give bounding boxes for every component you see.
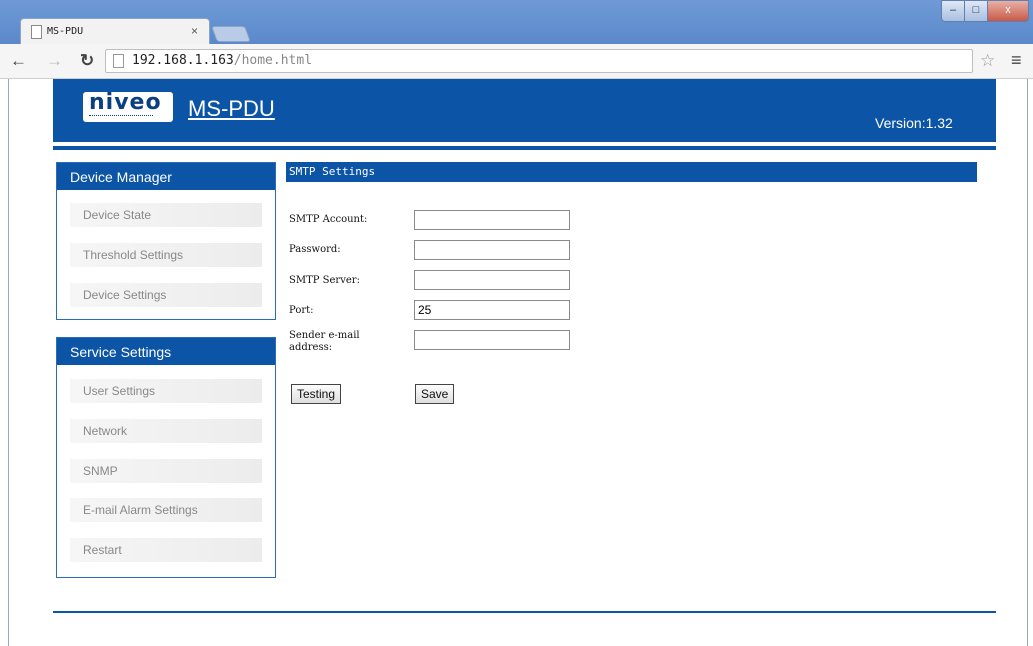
sender-email-label-line1: Sender e-mail (289, 330, 360, 341)
password-label: Password: (289, 244, 341, 255)
sender-email-input[interactable] (414, 330, 570, 350)
service-settings-panel: Service Settings User Settings Network S… (56, 337, 276, 578)
browser-toolbar: ← → ↻ 192.168.1.163/home.html ☆ ≡ (0, 44, 1033, 79)
device-manager-panel: Device Manager Device State Threshold Se… (56, 162, 276, 320)
new-tab-button[interactable] (211, 26, 251, 42)
sender-email-label-line2: address: (289, 342, 333, 353)
port-input[interactable] (414, 300, 570, 320)
url-text[interactable]: 192.168.1.163/home.html (132, 53, 312, 68)
url-host: 192.168.1.163 (132, 53, 234, 68)
sidebar-item-network[interactable]: Network (70, 419, 262, 443)
page-icon (113, 54, 124, 68)
forward-arrow-icon[interactable]: → (46, 51, 63, 71)
niveo-logo: niveo (83, 90, 173, 122)
app-name-link[interactable]: MS-PDU (188, 96, 275, 122)
header-divider (53, 146, 996, 150)
sidebar-item-user-settings[interactable]: User Settings (70, 379, 262, 403)
version-label: Version:1.32 (875, 115, 953, 131)
close-window-button[interactable]: x (987, 0, 1029, 22)
menu-icon[interactable]: ≡ (1011, 50, 1022, 71)
port-label: Port: (289, 305, 314, 316)
password-input[interactable] (414, 240, 570, 260)
minimize-button[interactable]: – (941, 0, 965, 22)
section-title: SMTP Settings (286, 162, 977, 182)
save-button[interactable]: Save (415, 384, 455, 404)
url-path: /home.html (233, 53, 313, 68)
back-arrow-icon[interactable]: ← (10, 51, 27, 71)
tab-close-icon[interactable]: × (191, 24, 198, 38)
sidebar-item-threshold-settings[interactable]: Threshold Settings (70, 243, 262, 267)
testing-button[interactable]: Testing (291, 384, 342, 404)
sidebar-item-email-alarm-settings[interactable]: E-mail Alarm Settings (70, 498, 262, 522)
maximize-button[interactable]: □ (964, 0, 988, 22)
browser-titlebar: MS-PDU × – □ x (0, 0, 1033, 45)
sidebar-item-device-settings[interactable]: Device Settings (70, 283, 262, 307)
page-header: niveo MS-PDU Version:1.32 (53, 79, 996, 142)
smtp-account-input[interactable] (414, 210, 570, 230)
bookmark-star-icon[interactable]: ☆ (980, 51, 995, 71)
browser-tab[interactable]: MS-PDU × (20, 18, 210, 45)
address-bar[interactable]: 192.168.1.163/home.html (105, 49, 973, 73)
page-icon (31, 25, 42, 39)
sidebar-item-device-state[interactable]: Device State (70, 203, 262, 227)
footer-divider (53, 611, 996, 613)
sidebar-item-snmp[interactable]: SNMP (70, 459, 262, 483)
device-manager-heading: Device Manager (57, 163, 275, 190)
service-settings-heading: Service Settings (57, 338, 275, 365)
reload-icon[interactable]: ↻ (80, 51, 94, 71)
smtp-server-label: SMTP Server: (289, 275, 360, 286)
tab-title: MS-PDU (47, 26, 84, 37)
smtp-server-input[interactable] (414, 270, 570, 290)
smtp-account-label: SMTP Account: (289, 214, 368, 225)
sidebar-item-restart[interactable]: Restart (70, 538, 262, 562)
